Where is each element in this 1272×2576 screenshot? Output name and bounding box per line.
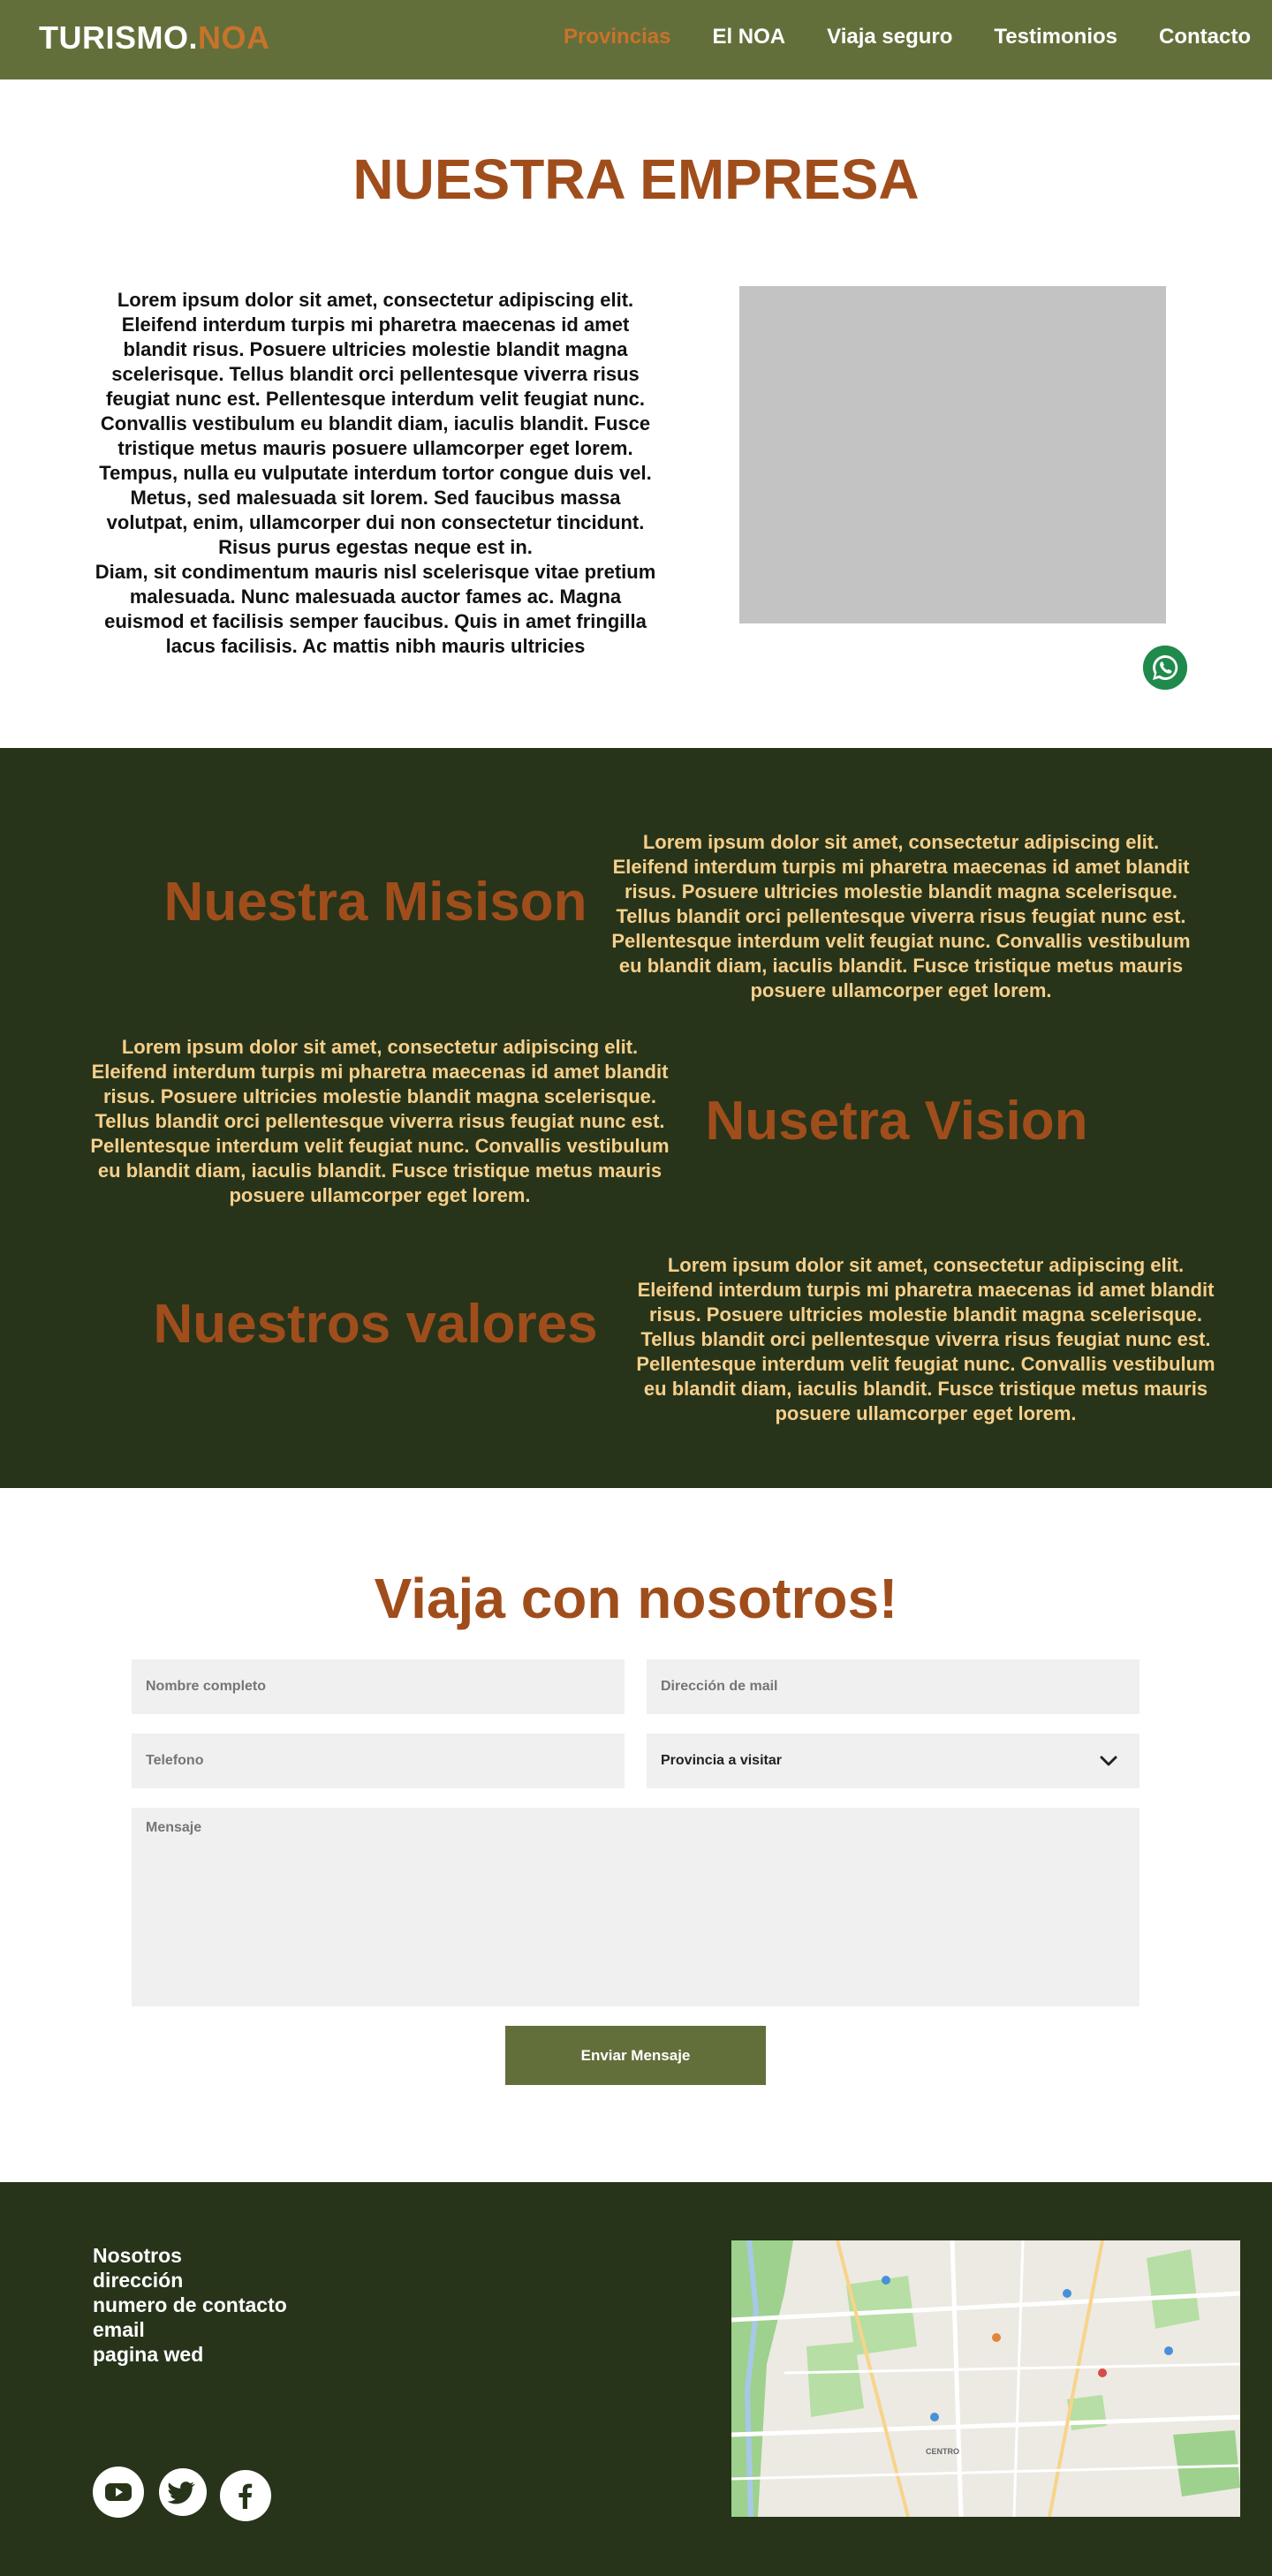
facebook-icon[interactable] (220, 2470, 271, 2521)
valores-title: Nuestros valores (153, 1294, 598, 1355)
nav-link-viaja-seguro[interactable]: Viaja seguro (827, 25, 952, 49)
map-label-centro: CENTRO (926, 2447, 959, 2456)
nav-link-contacto[interactable]: Contacto (1159, 25, 1251, 49)
empresa-title: NUESTRA EMPRESA (352, 147, 920, 211)
mision-title: Nuestra Misison (163, 872, 587, 933)
vision-text: Lorem ipsum dolor sit amet, consectetur … (90, 1036, 670, 1206)
mision-text: Lorem ipsum dolor sit amet, consectetur … (611, 831, 1191, 1001)
empresa-paragraph-2: Diam, sit condimentum mauris nisl sceler… (95, 561, 656, 657)
logo[interactable]: TURISMO.NOA (39, 19, 270, 57)
chevron-down-icon (1100, 1756, 1117, 1766)
nav-link-provincias[interactable]: Provincias (564, 25, 670, 49)
footer-link-nosotros[interactable]: Nosotros (93, 2243, 287, 2268)
empresa-text: Lorem ipsum dolor sit amet, consectetur … (88, 288, 662, 659)
location-map[interactable]: CENTRO (731, 2240, 1240, 2517)
youtube-icon[interactable] (93, 2466, 144, 2518)
send-message-button[interactable]: Enviar Mensaje (505, 2026, 766, 2085)
vision-title: Nusetra Vision (705, 1091, 1088, 1152)
logo-accent: NOA (198, 19, 270, 56)
province-select-label: Provincia a visitar (661, 1753, 782, 1768)
logo-main: TURISMO. (39, 19, 198, 56)
nav-link-el-noa[interactable]: El NOA (712, 25, 785, 49)
valores-text: Lorem ipsum dolor sit amet, consectetur … (636, 1254, 1215, 1424)
message-field[interactable] (132, 1808, 1140, 2006)
province-select[interactable]: Provincia a visitar (647, 1734, 1140, 1788)
footer-link-contacto[interactable]: numero de contacto (93, 2293, 287, 2317)
empresa-image-placeholder (739, 286, 1166, 623)
phone-field[interactable] (132, 1734, 625, 1788)
name-field[interactable] (132, 1659, 625, 1714)
footer-links: Nosotros dirección numero de contacto em… (93, 2243, 287, 2367)
empresa-paragraph-1: Lorem ipsum dolor sit amet, consectetur … (99, 289, 652, 558)
nav-link-testimonios[interactable]: Testimonios (994, 25, 1117, 49)
email-field[interactable] (647, 1659, 1140, 1714)
twitter-icon[interactable] (159, 2468, 207, 2516)
site-header: TURISMO.NOA Provincias El NOA Viaja segu… (0, 0, 1272, 79)
form-title: Viaja con nosotros! (374, 1567, 898, 1630)
whatsapp-icon[interactable] (1143, 646, 1187, 690)
footer-link-direccion[interactable]: dirección (93, 2268, 287, 2293)
footer-link-web[interactable]: pagina wed (93, 2342, 287, 2367)
footer-link-email[interactable]: email (93, 2317, 287, 2342)
main-nav: Provincias El NOA Viaja seguro Testimoni… (522, 25, 1251, 49)
